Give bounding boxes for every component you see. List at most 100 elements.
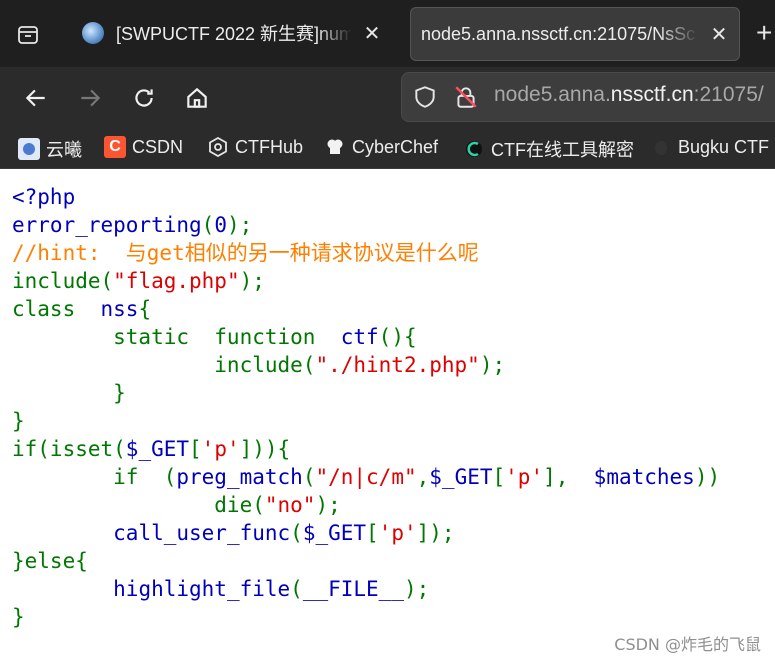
code-token: [ xyxy=(366,521,379,545)
code-token: )) xyxy=(694,465,721,489)
code-token: (){ xyxy=(378,325,417,349)
back-icon[interactable] xyxy=(22,84,50,112)
close-tab-icon[interactable]: ✕ xyxy=(707,22,731,46)
code-token: "flag.php" xyxy=(113,269,240,293)
code-line: static function ctf(){ xyxy=(12,323,775,351)
code-token: ( xyxy=(201,213,215,237)
csdn-logo-icon: C xyxy=(104,136,126,158)
code-line: <?php xyxy=(12,183,775,211)
code-token: nss xyxy=(100,297,139,321)
close-tab-icon[interactable]: ✕ xyxy=(360,21,384,45)
url-prefix: node5.anna. xyxy=(494,83,611,106)
tab-actions-icon[interactable] xyxy=(10,17,46,53)
code-token: ctf xyxy=(340,325,379,349)
code-line: highlight_file(__FILE__); xyxy=(12,575,775,603)
code-token: "no" xyxy=(264,493,316,517)
shield-icon[interactable] xyxy=(412,84,438,115)
bookmark-yunxi[interactable]: 云曦 xyxy=(18,136,82,162)
code-token: ); xyxy=(403,577,430,601)
new-tab-icon[interactable]: + xyxy=(756,19,772,47)
code-line: } xyxy=(12,603,775,631)
bookmark-cyberchef[interactable]: CyberChef xyxy=(324,136,438,158)
code-token: $_GET xyxy=(125,437,190,461)
code-token: preg_match xyxy=(176,465,303,489)
code-token: //hint: 与get相似的另一种请求协议是什么呢 xyxy=(12,241,479,265)
code-token: "/n|c/m" xyxy=(315,465,417,489)
code-line: class nss{ xyxy=(12,295,775,323)
code-token: include( xyxy=(12,353,316,377)
code-token: ])){ xyxy=(239,437,291,461)
code-token: $matches xyxy=(593,465,695,489)
url-text[interactable]: node5.anna.nssctf.cn:21075/ xyxy=(494,83,764,107)
bookmark-label: CTFHub xyxy=(235,136,304,157)
bookmark-label: CyberChef xyxy=(352,136,439,157)
bookmark-bugku[interactable]: Bugku CTF xyxy=(650,136,769,158)
code-token: ]); xyxy=(416,521,455,545)
code-token: 'p' xyxy=(201,437,240,461)
code-token: 'p' xyxy=(378,521,417,545)
cloud-logo-icon xyxy=(18,138,40,160)
code-token: static function xyxy=(12,325,341,349)
bookmark-label: Bugku CTF xyxy=(678,136,770,157)
code-token: __FILE__ xyxy=(302,577,404,601)
tab-node5[interactable]: node5.anna.nssctf.cn:21075/NsSc ✕ xyxy=(410,7,740,61)
code-token: die( xyxy=(12,493,265,517)
insecure-lock-icon[interactable] xyxy=(453,84,479,115)
code-token: ); xyxy=(226,213,253,237)
code-token: } xyxy=(12,409,25,433)
bookmark-label: CTF在线工具解密 xyxy=(491,140,634,160)
code-token: if(isset( xyxy=(12,437,126,461)
ctfhub-logo-icon xyxy=(207,136,229,158)
code-token: highlight_file xyxy=(113,577,291,601)
csdn-watermark: CSDN @炸毛的飞鼠 xyxy=(614,635,761,654)
tab-numgame[interactable]: [SWPUCTF 2022 新生赛]numgame ✕ xyxy=(72,7,392,59)
code-token: class xyxy=(12,297,101,321)
code-line: if (preg_match("/n|c/m",$_GET['p'], $mat… xyxy=(12,463,775,491)
bookmark-label: CSDN xyxy=(132,136,184,157)
code-line: } xyxy=(12,407,775,435)
code-token: }else{ xyxy=(12,549,88,573)
bookmark-csdn[interactable]: C CSDN xyxy=(104,136,183,158)
code-token: ); xyxy=(239,269,265,293)
chef-hat-icon xyxy=(324,136,346,158)
tab-bar: [SWPUCTF 2022 新生赛]numgame ✕ node5.anna.n… xyxy=(0,0,775,67)
code-line: include("./hint2.php"); xyxy=(12,351,775,379)
code-token: <?php xyxy=(12,185,76,209)
code-token: 'p' xyxy=(505,465,544,489)
code-line: error_reporting(0); xyxy=(12,211,775,239)
nav-toolbar: node5.anna.nssctf.cn:21075/ xyxy=(0,67,775,128)
bugku-logo-icon xyxy=(650,136,672,158)
home-icon[interactable] xyxy=(183,84,211,112)
url-rest: :21075/ xyxy=(693,83,764,106)
address-bar[interactable]: node5.anna.nssctf.cn:21075/ xyxy=(401,72,775,122)
reload-icon[interactable] xyxy=(130,84,158,112)
code-token: error_reporting xyxy=(12,213,202,237)
code-token: 0 xyxy=(214,213,227,237)
bookmarks-bar: 云曦 C CSDN CTFHub CyberChef CTF在线工具解密 Bug… xyxy=(0,128,775,169)
bookmark-ctfhub[interactable]: CTFHub xyxy=(207,136,303,158)
code-token: ); xyxy=(315,493,341,517)
code-line: }else{ xyxy=(12,547,775,575)
code-token: [ xyxy=(492,465,506,489)
ctf-tools-logo-icon xyxy=(463,138,485,160)
bookmark-ctf-tools[interactable]: CTF在线工具解密 xyxy=(463,136,634,162)
code-line: } xyxy=(12,379,775,407)
code-token: [ xyxy=(189,437,202,461)
code-token: ( xyxy=(290,577,303,601)
code-token: include( xyxy=(12,269,114,293)
tab-title: [SWPUCTF 2022 新生赛]numgame xyxy=(116,24,352,44)
forward-icon[interactable] xyxy=(76,84,104,112)
code-token: ( xyxy=(302,465,316,489)
php-source-view: <?php error_reporting(0);//hint: 与get相似的另… xyxy=(0,169,775,663)
code-token: $_GET xyxy=(302,521,367,545)
bookmark-label: 云曦 xyxy=(46,140,82,160)
url-host: nssctf.cn xyxy=(610,83,694,106)
tab-title: node5.anna.nssctf.cn:21075/NsSc xyxy=(421,23,696,44)
code-token: "./hint2.php" xyxy=(315,353,480,377)
code-token: if ( xyxy=(12,465,177,489)
code-line: include("flag.php"); xyxy=(12,267,775,295)
code-line: call_user_func($_GET['p']); xyxy=(12,519,775,547)
code-token: $_GET xyxy=(429,465,493,489)
